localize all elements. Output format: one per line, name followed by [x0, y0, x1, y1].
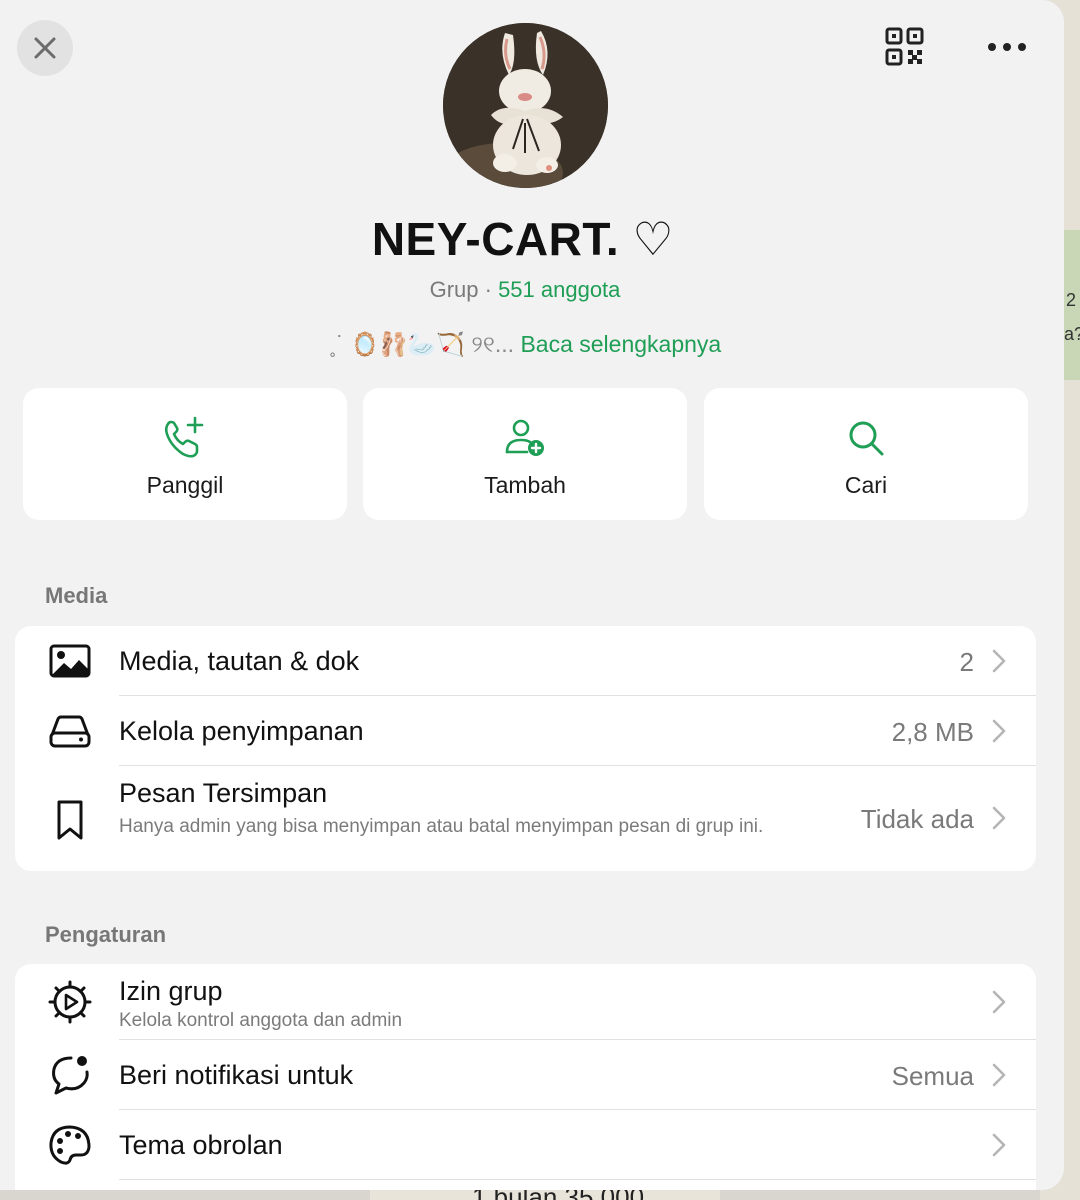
- storage-icon: [49, 715, 91, 748]
- saved-messages-description: Hanya admin yang bisa menyimpan atau bat…: [119, 816, 764, 837]
- read-more-link[interactable]: Baca selengkapnya: [520, 331, 721, 357]
- group-avatar-image: [443, 23, 608, 188]
- media-links-docs-label: Media, tautan & dok: [119, 646, 360, 676]
- chevron-right-icon: [992, 649, 1006, 673]
- close-button[interactable]: [17, 20, 73, 76]
- group-type-label: Grup ·: [429, 277, 499, 302]
- group-description: ˳˙ 🪞🩰🦢🏹 ୨୧... Baca selengkapnya: [0, 331, 1050, 358]
- notify-for-value: Semua: [891, 1061, 974, 1091]
- media-section-title: Media: [45, 583, 108, 608]
- more-options-icon: [988, 43, 1026, 51]
- settings-section-title: Pengaturan: [45, 922, 167, 947]
- storage-size: 2,8 MB: [891, 717, 974, 747]
- saved-messages-value: Tidak ada: [860, 804, 974, 834]
- qr-code-button[interactable]: [884, 26, 926, 68]
- group-permissions-label: Izin grup: [119, 976, 223, 1006]
- media-links-docs-row[interactable]: Media, tautan & dok 2: [15, 626, 1036, 696]
- chat-theme-label: Tema obrolan: [119, 1130, 283, 1160]
- group-meta: Grup · 551 anggota: [0, 277, 1050, 303]
- chat-theme-row[interactable]: Tema obrolan: [15, 1110, 1036, 1180]
- manage-storage-row[interactable]: Kelola penyimpanan 2,8 MB: [15, 696, 1036, 766]
- saved-messages-row[interactable]: Pesan Tersimpan Hanya admin yang bisa me…: [15, 766, 1036, 871]
- close-icon: [34, 37, 56, 59]
- member-count-link[interactable]: 551 anggota: [498, 277, 620, 302]
- add-member-button[interactable]: Tambah: [363, 388, 687, 520]
- palette-icon: [49, 1125, 91, 1165]
- chevron-right-icon: [992, 990, 1006, 1014]
- add-person-icon: [505, 419, 544, 456]
- add-member-button-label: Tambah: [484, 472, 566, 498]
- call-button[interactable]: Panggil: [23, 388, 347, 520]
- search-button[interactable]: Cari: [704, 388, 1028, 520]
- chevron-right-icon: [992, 719, 1006, 743]
- call-button-label: Panggil: [146, 472, 224, 498]
- notify-for-row[interactable]: Beri notifikasi untuk Semua: [15, 1040, 1036, 1110]
- settings-gear-icon: [48, 980, 92, 1024]
- search-icon: [849, 421, 884, 456]
- media-count: 2: [959, 647, 974, 677]
- group-permissions-row[interactable]: Izin grup Kelola kontrol anggota dan adm…: [15, 964, 1036, 1040]
- notification-bubble-icon: [52, 1056, 89, 1095]
- saved-messages-label: Pesan Tersimpan: [119, 778, 328, 808]
- group-name: NEY-CART. ♡: [371, 213, 675, 265]
- group-permissions-description: Kelola kontrol anggota dan admin: [119, 1010, 403, 1031]
- phone-add-icon: [164, 416, 204, 458]
- manage-storage-label: Kelola penyimpanan: [119, 716, 364, 746]
- background-text: 2: [1066, 290, 1077, 310]
- qr-code-icon: [885, 27, 924, 66]
- notify-for-label: Beri notifikasi untuk: [119, 1060, 354, 1090]
- chevron-right-icon: [992, 806, 1006, 830]
- bookmark-icon: [57, 800, 83, 840]
- media-card: Media, tautan & dok 2 Kelola penyimpanan…: [15, 626, 1036, 871]
- group-info-panel: NEY-CART. ♡ Grup · 551 anggota ˳˙ 🪞🩰🦢🏹 ୨…: [0, 0, 1064, 1190]
- group-description-text: ˳˙ 🪞🩰🦢🏹 ୨୧...: [328, 331, 515, 357]
- chevron-right-icon: [992, 1133, 1006, 1157]
- group-avatar[interactable]: [443, 23, 608, 188]
- more-options-button[interactable]: [984, 26, 1030, 68]
- settings-card: Izin grup Kelola kontrol anggota dan adm…: [15, 964, 1036, 1190]
- search-button-label: Cari: [844, 472, 888, 498]
- chevron-right-icon: [992, 1063, 1006, 1087]
- image-icon: [49, 644, 91, 678]
- background-text: a?: [1064, 324, 1080, 344]
- row-divider: [119, 1179, 1036, 1180]
